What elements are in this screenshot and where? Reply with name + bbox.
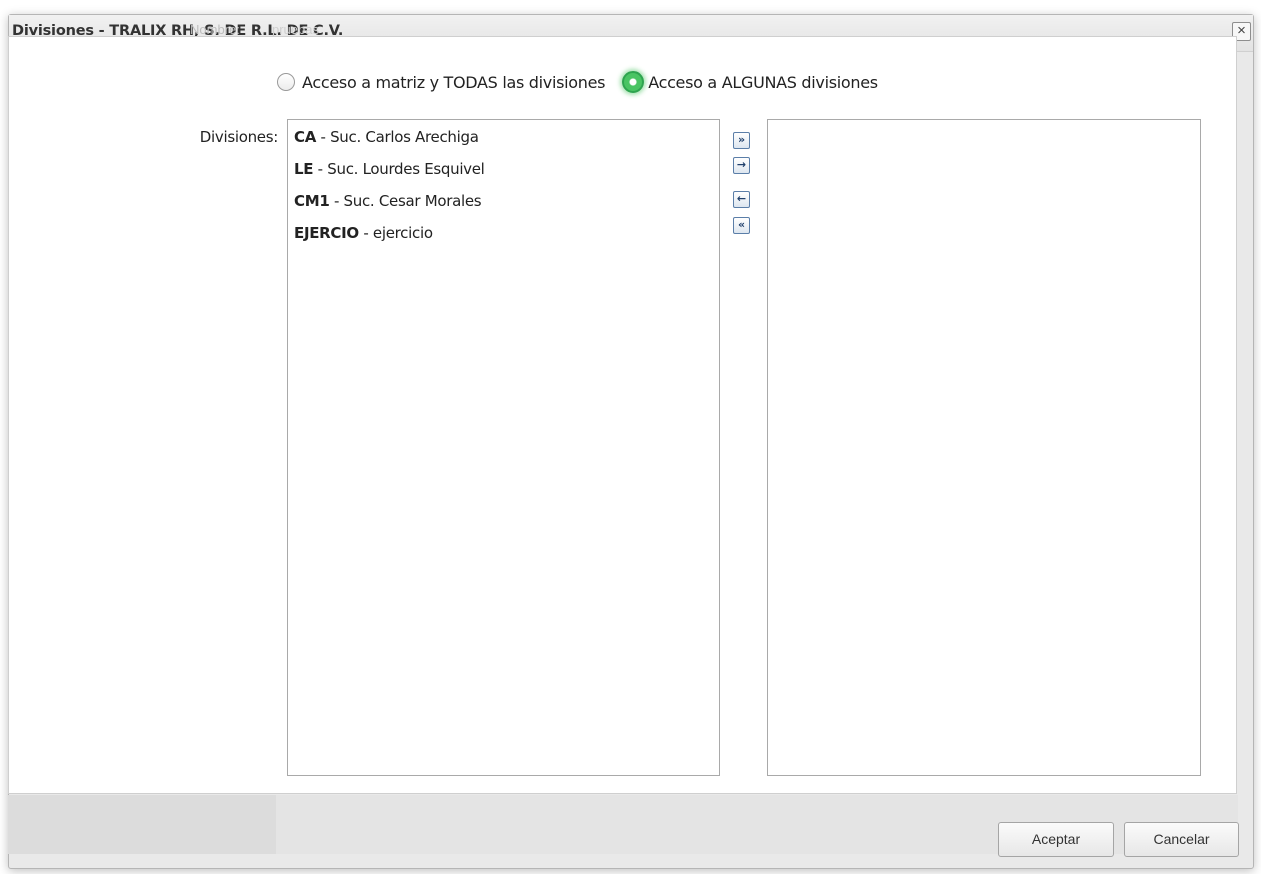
- remove-all-button[interactable]: «: [733, 217, 750, 234]
- add-button[interactable]: →: [733, 157, 750, 174]
- radio-some-divisions[interactable]: [622, 71, 645, 93]
- division-name: - ejercicio: [358, 224, 433, 242]
- selected-divisions-list[interactable]: [767, 119, 1201, 776]
- division-code: CM1: [294, 192, 330, 210]
- available-divisions-list[interactable]: CA - Suc. Carlos Arechiga LE - Suc. Lour…: [287, 119, 720, 776]
- division-name: - Suc. Cesar Morales: [329, 192, 482, 210]
- division-code: EJERCIO: [294, 224, 359, 242]
- division-code: CA: [294, 128, 317, 146]
- list-item[interactable]: EJERCIO - ejercicio: [294, 224, 433, 242]
- add-all-button[interactable]: »: [733, 132, 750, 149]
- radio-all-divisions-label: Acceso a matriz y TODAS las divisiones: [302, 72, 606, 92]
- background-field-label: Nombre:: [190, 22, 240, 37]
- division-name: - Suc. Lourdes Esquivel: [313, 160, 485, 178]
- list-item[interactable]: LE - Suc. Lourdes Esquivel: [294, 160, 485, 178]
- radio-some-divisions-label: Acceso a ALGUNAS divisiones: [648, 72, 878, 92]
- access-radio-group: Acceso a matriz y TODAS las divisiones A…: [277, 69, 878, 95]
- division-name: - Suc. Carlos Arechiga: [316, 128, 479, 146]
- remove-button[interactable]: ←: [733, 191, 750, 208]
- division-code: LE: [294, 160, 314, 178]
- accept-button[interactable]: Aceptar: [998, 822, 1114, 857]
- radio-option-all-divisions[interactable]: Acceso a matriz y TODAS las divisiones: [277, 72, 606, 92]
- radio-option-some-divisions[interactable]: Acceso a ALGUNAS divisiones: [622, 71, 878, 93]
- list-item[interactable]: CM1 - Suc. Cesar Morales: [294, 192, 482, 210]
- radio-all-divisions[interactable]: [277, 73, 295, 91]
- cancel-button[interactable]: Cancelar: [1124, 822, 1239, 857]
- footer-left-panel: [8, 795, 276, 854]
- divisions-label: Divisiones:: [199, 128, 279, 146]
- background-field-value: pruebas: [272, 22, 319, 37]
- list-item[interactable]: CA - Suc. Carlos Arechiga: [294, 128, 479, 146]
